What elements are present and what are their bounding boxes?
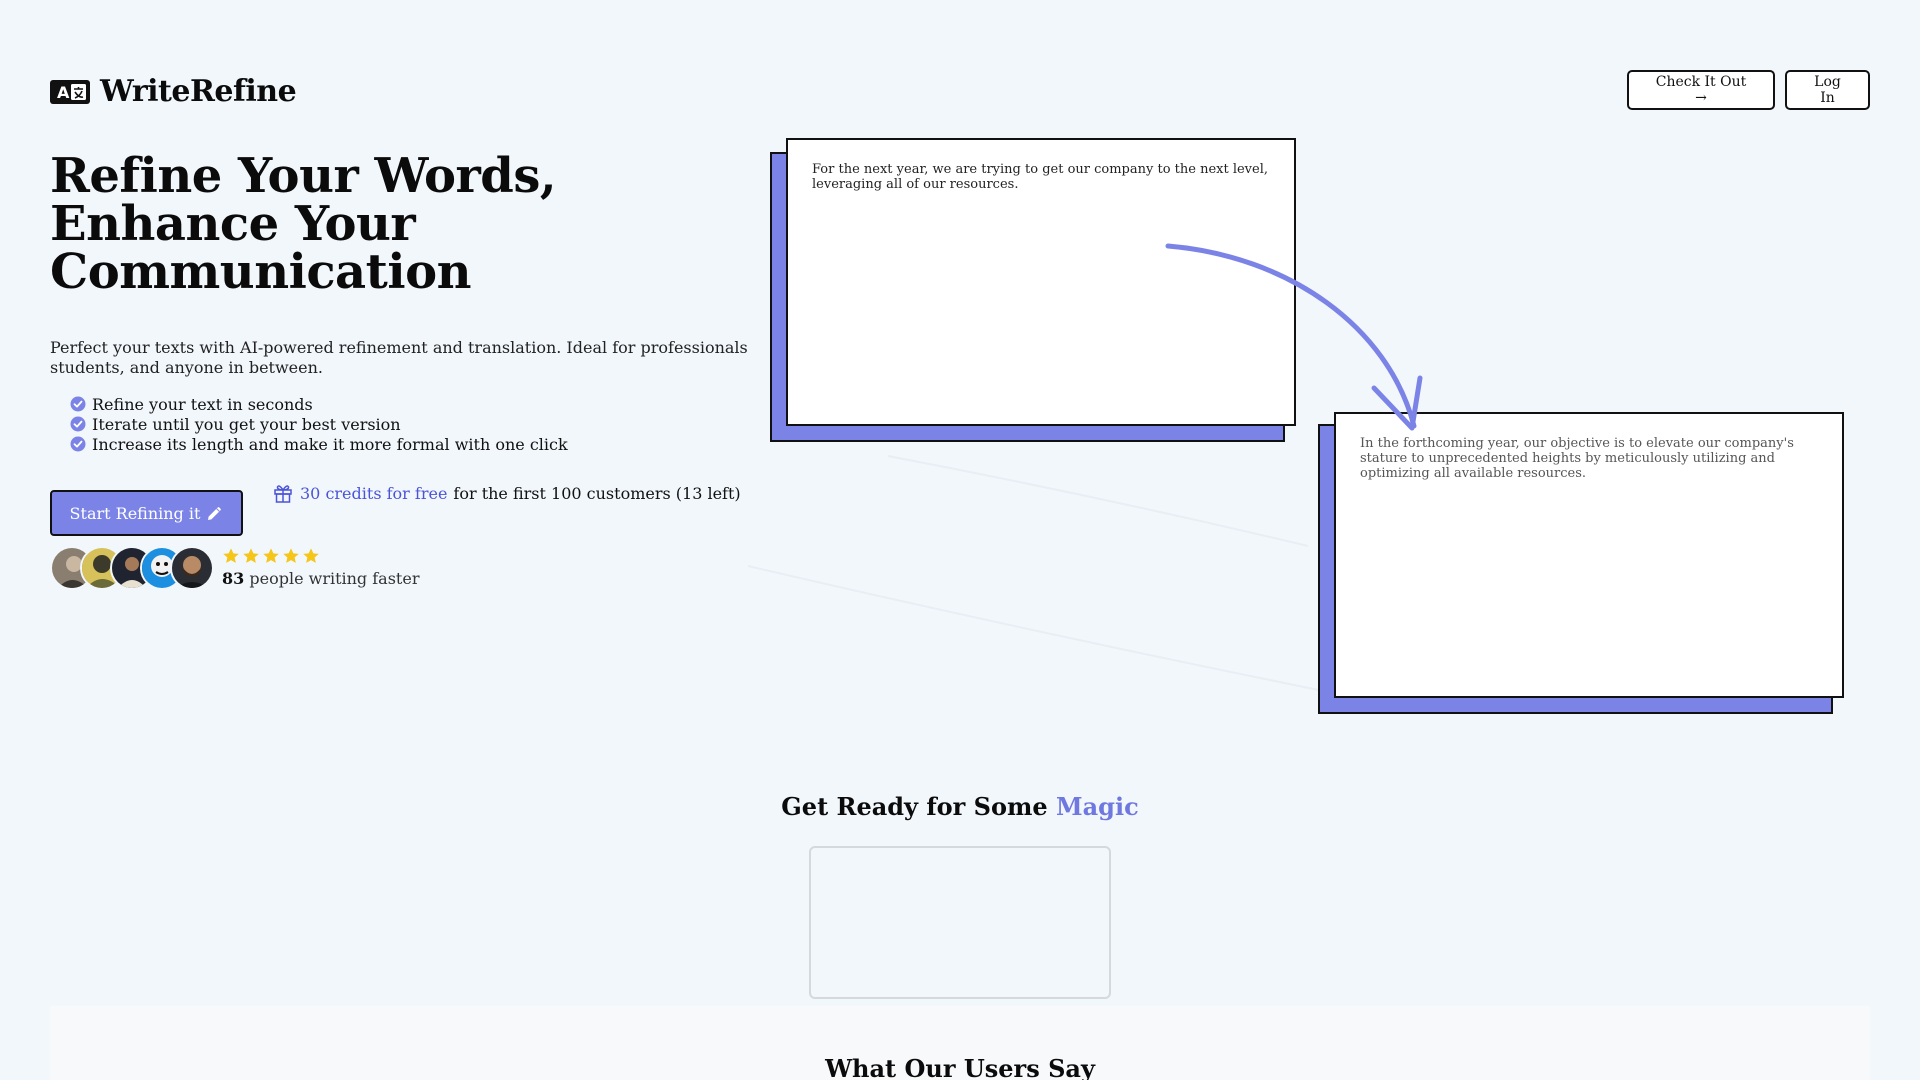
hero-title-line: Refine Your Words, [50, 148, 557, 204]
avatar [170, 546, 214, 590]
free-credits-promo: 30 credits for free for the first 100 cu… [272, 482, 741, 504]
users-count-text: 83 people writing faster [222, 569, 419, 588]
testimonials-title: What Our Users Say [825, 1054, 1095, 1080]
star-icon [283, 548, 299, 563]
magic-title-accent: Magic [1056, 792, 1139, 821]
brand-name: WriteRefine [100, 74, 297, 109]
star-icon [223, 548, 239, 563]
pencil-icon [208, 506, 222, 520]
magic-title-prefix: Get Ready for Some [781, 792, 1057, 821]
after-text-card: In the forthcoming year, our objective i… [1334, 412, 1844, 698]
star-icon [243, 548, 259, 563]
hero-subtitle: Perfect your texts with AI-powered refin… [50, 338, 753, 377]
testimonials-section: What Our Users Say [50, 1006, 1870, 1080]
svg-text:A: A [57, 83, 70, 102]
star-rating [222, 546, 419, 566]
feature-item: Refine your text in seconds [70, 394, 568, 414]
star-icon [303, 548, 319, 563]
nav-actions: Check It Out → Log In [1627, 70, 1870, 110]
feature-text: Refine your text in seconds [92, 394, 313, 414]
landing-page: A WriteRefine Check It Out → Log In Refi… [0, 0, 1920, 1080]
users-count: 83 [222, 569, 245, 588]
feature-item: Iterate until you get your best version [70, 414, 568, 434]
gift-icon [274, 485, 292, 503]
feature-item: Increase its length and make it more for… [70, 434, 568, 454]
star-icon [263, 548, 279, 563]
start-refining-label: Start Refining it [69, 503, 201, 523]
rating: 83 people writing faster [222, 546, 419, 588]
user-avatars [50, 546, 214, 590]
check-circle-icon [70, 436, 86, 452]
magic-section-title: Get Ready for Some Magic [0, 792, 1920, 821]
demo-video-placeholder[interactable] [809, 846, 1111, 999]
hero-title-line: Enhance Your [50, 196, 416, 252]
check-it-out-button[interactable]: Check It Out → [1627, 70, 1775, 110]
after-text: In the forthcoming year, our objective i… [1360, 436, 1794, 481]
logo[interactable]: A WriteRefine [50, 74, 297, 109]
promo-rest-text: for the first 100 customers (13 left) [453, 483, 741, 503]
free-credits-link[interactable]: 30 credits for free [300, 484, 447, 503]
feature-text: Iterate until you get your best version [92, 414, 401, 434]
translate-icon: A [50, 79, 90, 104]
hero-illustration: For the next year, we are trying to get … [748, 116, 1872, 734]
start-refining-button[interactable]: Start Refining it [50, 490, 243, 536]
log-in-button[interactable]: Log In [1785, 70, 1870, 110]
hero-title: Refine Your Words, Enhance Your Communic… [50, 152, 770, 296]
before-text: For the next year, we are trying to get … [812, 162, 1269, 192]
check-circle-icon [70, 396, 86, 412]
feature-text: Increase its length and make it more for… [92, 434, 568, 454]
hero-title-line: Communication [50, 244, 471, 300]
feature-list: Refine your text in seconds Iterate unti… [70, 394, 568, 454]
before-text-card: For the next year, we are trying to get … [786, 138, 1296, 426]
check-circle-icon [70, 416, 86, 432]
users-count-label: people writing faster [249, 569, 420, 588]
